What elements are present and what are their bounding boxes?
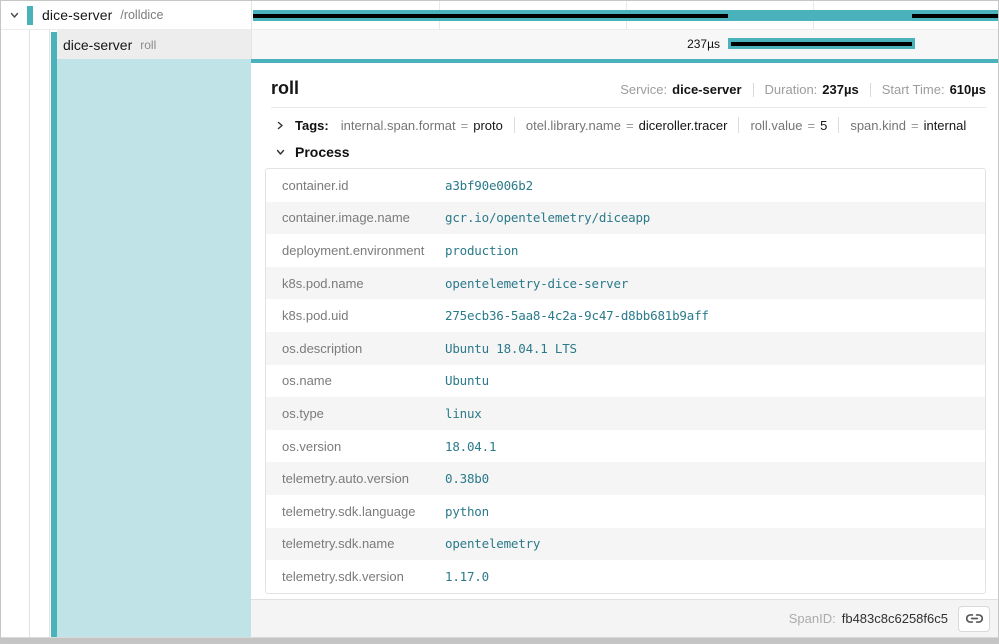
table-row: telemetry.sdk.version1.17.0 — [266, 560, 985, 593]
duration-value: 237µs — [822, 82, 858, 97]
self-time-marker — [731, 42, 912, 46]
indent-guide — [29, 30, 30, 637]
span-row-roll[interactable]: dice-server roll — [1, 30, 251, 59]
span-title: roll — [271, 78, 299, 99]
table-row: os.descriptionUbuntu 18.04.1 LTS — [266, 332, 985, 365]
table-row: container.image.namegcr.io/opentelemetry… — [266, 202, 985, 235]
service-name: dice-server — [42, 7, 112, 23]
trace-span-detail-view: dice-server /rolldice dice-server roll 2… — [0, 0, 999, 644]
tag-item: internal.span.format=proto — [341, 118, 503, 133]
child-time-marker — [253, 14, 728, 18]
chevron-right-icon — [275, 120, 286, 131]
indent-guide — [49, 30, 50, 637]
chevron-down-icon[interactable] — [9, 10, 20, 21]
meta-divider — [870, 83, 871, 97]
meta-divider — [753, 83, 754, 97]
table-row: container.ida3bf90e006b2 — [266, 169, 985, 202]
tag-divider — [514, 117, 515, 133]
link-icon — [966, 610, 983, 627]
table-row: k8s.pod.uid275ecb36-5aa8-4c2a-9c47-d8bb6… — [266, 299, 985, 332]
span-detail-header: roll Service: dice-server Duration: 237µ… — [251, 63, 999, 106]
process-label: Process — [295, 144, 349, 160]
service-value: dice-server — [672, 82, 741, 97]
tag-item: span.kind=internal — [850, 118, 966, 133]
selected-span-fill — [57, 59, 251, 637]
start-time-label: Start Time: — [882, 82, 945, 97]
span-bar-roll[interactable] — [728, 38, 915, 49]
chevron-down-icon — [275, 147, 286, 158]
table-row: telemetry.sdk.nameopentelemetry — [266, 528, 985, 561]
span-color-bar — [27, 6, 33, 25]
span-id-value: fb483c8c6258f6c5 — [842, 611, 948, 626]
service-name: dice-server — [63, 37, 132, 53]
span-duration-label: 237µs — [647, 37, 720, 51]
table-row: k8s.pod.nameopentelemetry-dice-server — [266, 267, 985, 300]
tag-divider — [838, 117, 839, 133]
span-detail-panel: roll Service: dice-server Duration: 237µ… — [251, 59, 999, 637]
row-divider — [252, 29, 999, 30]
span-id-footer: SpanID: fb483c8c6258f6c5 — [251, 599, 999, 637]
tags-section-toggle[interactable]: Tags: internal.span.format=proto otel.li… — [251, 108, 999, 134]
tags-label: Tags: — [295, 118, 329, 133]
tag-item: otel.library.name=diceroller.tracer — [526, 118, 728, 133]
window-bottom-edge — [1, 637, 998, 643]
span-meta: Service: dice-server Duration: 237µs Sta… — [620, 82, 986, 97]
selected-span-color-bar — [51, 32, 57, 637]
tag-divider — [738, 117, 739, 133]
service-label: Service: — [620, 82, 667, 97]
process-attributes-table: container.ida3bf90e006b2 container.image… — [265, 168, 986, 594]
copy-link-button[interactable] — [958, 606, 990, 632]
table-row: deployment.environmentproduction — [266, 234, 985, 267]
span-row-rolldice[interactable]: dice-server /rolldice — [1, 1, 251, 30]
span-detail-card: roll Service: dice-server Duration: 237µ… — [251, 63, 999, 599]
table-row: telemetry.sdk.languagepython — [266, 495, 985, 528]
child-time-marker — [912, 14, 999, 18]
table-row: telemetry.auto.version0.38b0 — [266, 462, 985, 495]
operation-name: roll — [140, 38, 156, 52]
table-row: os.nameUbuntu — [266, 365, 985, 398]
duration-label: Duration: — [765, 82, 818, 97]
trace-timeline: 237µs — [251, 1, 999, 59]
tag-item: roll.value=5 — [750, 118, 827, 133]
span-bar-rolldice[interactable] — [253, 10, 999, 21]
span-id-label: SpanID: — [789, 611, 836, 626]
start-time-value: 610µs — [950, 82, 986, 97]
operation-name: /rolldice — [120, 8, 163, 22]
process-section-toggle[interactable]: Process — [251, 134, 999, 167]
table-row: os.version18.04.1 — [266, 430, 985, 463]
table-row: os.typelinux — [266, 397, 985, 430]
